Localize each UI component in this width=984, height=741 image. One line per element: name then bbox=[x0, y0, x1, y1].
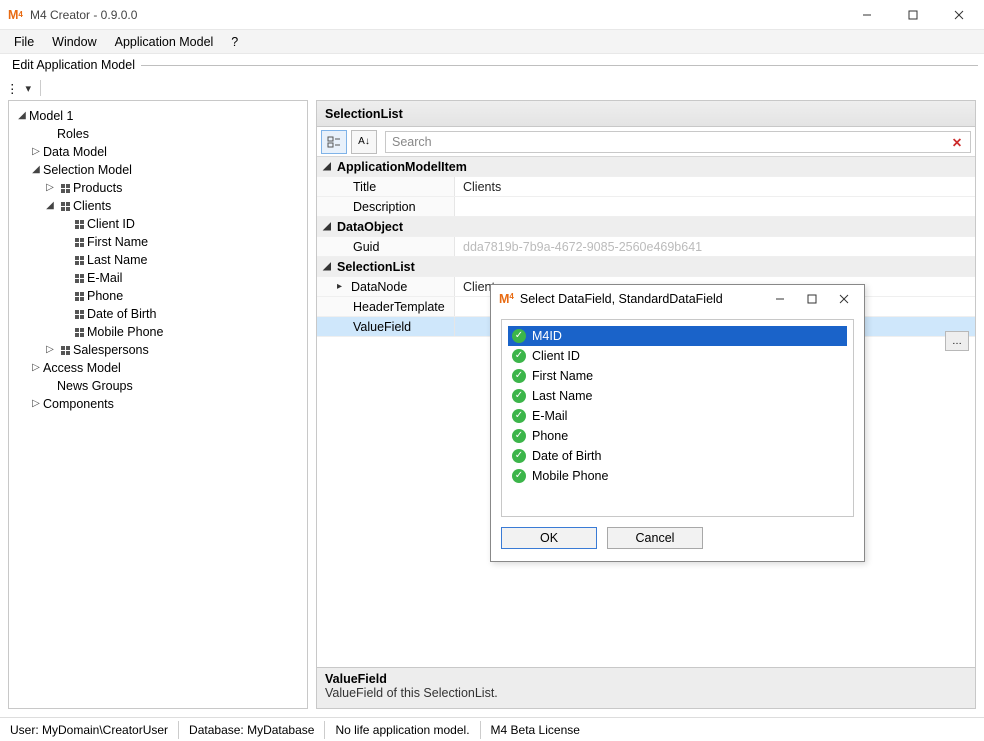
toolbar-separator bbox=[40, 80, 41, 96]
status-database: Database: MyDatabase bbox=[179, 721, 325, 739]
check-icon: ✓ bbox=[512, 329, 526, 343]
tree-first-name[interactable]: First Name bbox=[13, 233, 303, 251]
check-icon: ✓ bbox=[512, 429, 526, 443]
check-icon: ✓ bbox=[512, 389, 526, 403]
tree-selection-model[interactable]: ◢Selection Model bbox=[13, 161, 303, 179]
field-m4id[interactable]: ✓M4ID bbox=[508, 326, 847, 346]
window-maximize[interactable] bbox=[890, 0, 936, 30]
property-description-panel: ValueField ValueField of this SelectionL… bbox=[317, 667, 975, 708]
document-title: Edit Application Model bbox=[6, 58, 141, 72]
menu-application-model[interactable]: Application Model bbox=[107, 33, 222, 51]
alphabetical-view-button[interactable]: A↓ bbox=[351, 130, 377, 154]
field-first-name[interactable]: ✓First Name bbox=[508, 366, 847, 386]
tree-dob[interactable]: Date of Birth bbox=[13, 305, 303, 323]
menu-window[interactable]: Window bbox=[44, 33, 104, 51]
grid-icon bbox=[71, 328, 87, 337]
model-tree[interactable]: ◢Model 1 Roles ▷Data Model ◢Selection Mo… bbox=[9, 101, 307, 708]
check-icon: ✓ bbox=[512, 469, 526, 483]
check-icon: ✓ bbox=[512, 449, 526, 463]
prop-guid[interactable]: Guiddda7819b-7b9a-4672-9085-2560e469b641 bbox=[317, 237, 975, 257]
prop-category-selectionlist[interactable]: ◢SelectionList bbox=[317, 257, 975, 277]
grid-icon bbox=[71, 310, 87, 319]
status-life-model: No life application model. bbox=[325, 721, 480, 739]
menubar: File Window Application Model ? bbox=[0, 30, 984, 54]
search-placeholder: Search bbox=[392, 135, 432, 149]
menu-file[interactable]: File bbox=[6, 33, 42, 51]
window-close[interactable] bbox=[936, 0, 982, 30]
dialog-title: Select DataField, StandardDataField bbox=[520, 292, 723, 306]
tree-root[interactable]: ◢Model 1 bbox=[13, 107, 303, 125]
field-last-name[interactable]: ✓Last Name bbox=[508, 386, 847, 406]
grid-icon bbox=[71, 292, 87, 301]
app-icon: M4 bbox=[8, 7, 24, 23]
dialog-close[interactable] bbox=[828, 287, 860, 311]
document-toolbar: ⋮ ▾ bbox=[0, 76, 984, 100]
menu-help[interactable]: ? bbox=[223, 33, 246, 51]
grid-icon bbox=[57, 202, 73, 211]
tree-access-model[interactable]: ▷Access Model bbox=[13, 359, 303, 377]
tree-phone[interactable]: Phone bbox=[13, 287, 303, 305]
grid-icon bbox=[71, 256, 87, 265]
tree-email[interactable]: E-Mail bbox=[13, 269, 303, 287]
property-footer-title: ValueField bbox=[325, 672, 967, 686]
dialog-titlebar: M4 Select DataField, StandardDataField bbox=[491, 285, 864, 313]
toolbar-dropdown-icon[interactable]: ▾ bbox=[26, 82, 32, 95]
tree-data-model[interactable]: ▷Data Model bbox=[13, 143, 303, 161]
field-dob[interactable]: ✓Date of Birth bbox=[508, 446, 847, 466]
dialog-field-list[interactable]: ✓M4ID ✓Client ID ✓First Name ✓Last Name … bbox=[501, 319, 854, 517]
dialog-app-icon: M4 bbox=[499, 292, 514, 306]
grid-icon bbox=[57, 184, 73, 193]
dialog-ok-button[interactable]: OK bbox=[501, 527, 597, 549]
property-footer-desc: ValueField of this SelectionList. bbox=[325, 686, 967, 700]
prop-category-dataobject[interactable]: ◢DataObject bbox=[317, 217, 975, 237]
prop-valuefield-browse-button[interactable]: … bbox=[945, 331, 969, 351]
select-datafield-dialog: M4 Select DataField, StandardDataField ✓… bbox=[490, 284, 865, 562]
dialog-minimize[interactable] bbox=[764, 287, 796, 311]
field-mobile[interactable]: ✓Mobile Phone bbox=[508, 466, 847, 486]
document-header: Edit Application Model bbox=[0, 54, 984, 76]
window-minimize[interactable] bbox=[844, 0, 890, 30]
grid-icon bbox=[57, 346, 73, 355]
titlebar: M4 M4 Creator - 0.9.0.0 bbox=[0, 0, 984, 30]
prop-title[interactable]: TitleClients bbox=[317, 177, 975, 197]
window-title: M4 Creator - 0.9.0.0 bbox=[30, 8, 137, 22]
check-icon: ✓ bbox=[512, 369, 526, 383]
grid-icon bbox=[71, 274, 87, 283]
prop-category-appmodelitem[interactable]: ◢ApplicationModelItem bbox=[317, 157, 975, 177]
tree-clients[interactable]: ◢Clients bbox=[13, 197, 303, 215]
grid-icon bbox=[71, 220, 87, 229]
tree-last-name[interactable]: Last Name bbox=[13, 251, 303, 269]
prop-description[interactable]: Description bbox=[317, 197, 975, 217]
tree-products[interactable]: ▷Products bbox=[13, 179, 303, 197]
tree-roles[interactable]: Roles bbox=[13, 125, 303, 143]
field-client-id[interactable]: ✓Client ID bbox=[508, 346, 847, 366]
dialog-maximize[interactable] bbox=[796, 287, 828, 311]
field-phone[interactable]: ✓Phone bbox=[508, 426, 847, 446]
field-email[interactable]: ✓E-Mail bbox=[508, 406, 847, 426]
grid-icon bbox=[71, 238, 87, 247]
tree-client-id[interactable]: Client ID bbox=[13, 215, 303, 233]
status-user: User: MyDomain\CreatorUser bbox=[0, 721, 179, 739]
toolbar-menu-icon[interactable]: ⋮ bbox=[6, 81, 20, 96]
property-toolbar: A↓ Search ✕ bbox=[317, 127, 975, 157]
document-header-rule bbox=[141, 65, 978, 66]
dialog-cancel-button[interactable]: Cancel bbox=[607, 527, 703, 549]
property-search[interactable]: Search ✕ bbox=[385, 131, 971, 153]
status-bar: User: MyDomain\CreatorUser Database: MyD… bbox=[0, 717, 984, 741]
check-icon: ✓ bbox=[512, 409, 526, 423]
status-license: M4 Beta License bbox=[481, 721, 590, 739]
categorized-view-button[interactable] bbox=[321, 130, 347, 154]
tree-news-groups[interactable]: News Groups bbox=[13, 377, 303, 395]
tree-mobile[interactable]: Mobile Phone bbox=[13, 323, 303, 341]
property-pane-header: SelectionList bbox=[317, 101, 975, 127]
tree-salespersons[interactable]: ▷Salespersons bbox=[13, 341, 303, 359]
check-icon: ✓ bbox=[512, 349, 526, 363]
tree-components[interactable]: ▷Components bbox=[13, 395, 303, 413]
clear-search-icon[interactable]: ✕ bbox=[948, 134, 966, 152]
tree-pane: ◢Model 1 Roles ▷Data Model ◢Selection Mo… bbox=[8, 100, 308, 709]
